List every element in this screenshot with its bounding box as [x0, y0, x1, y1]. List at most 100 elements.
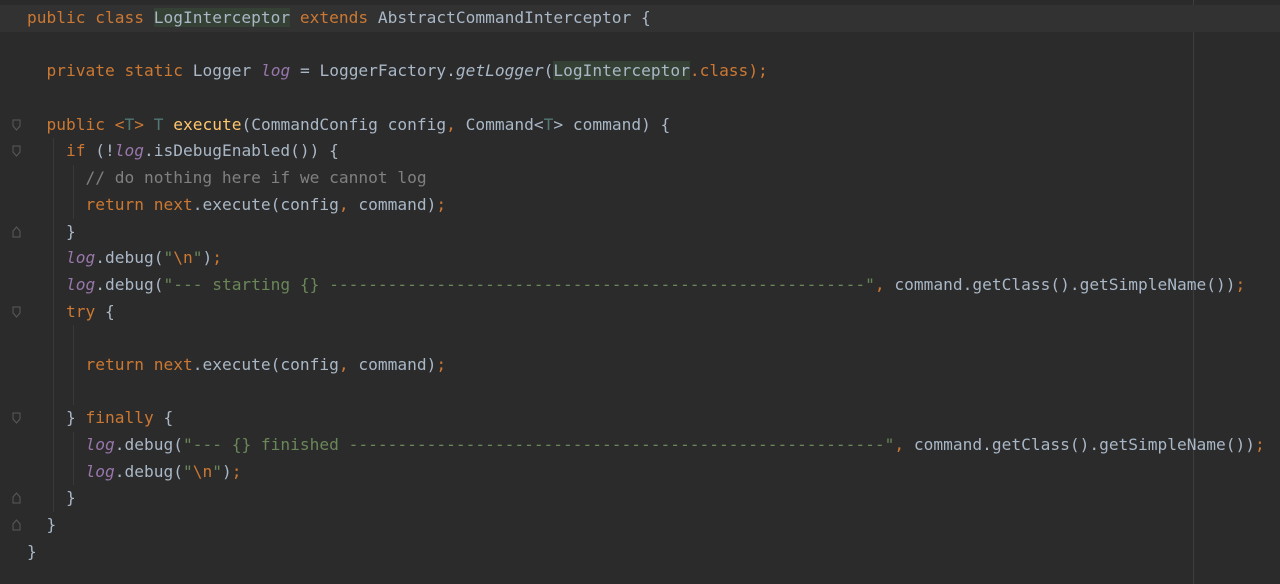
call-end: ): [202, 248, 213, 268]
code-editor[interactable]: public class LogInterceptor extends Abst…: [0, 0, 1280, 584]
field-ref-log[interactable]: log: [66, 248, 95, 267]
code-line-21[interactable]: }: [27, 539, 1280, 566]
static-method-call[interactable]: getLogger: [456, 61, 544, 80]
code-line-17[interactable]: log.debug("--- {} finished -------------…: [27, 432, 1280, 459]
string-quote: ": [192, 248, 203, 268]
keyword-try: try: [65, 301, 96, 321]
fold-marker-icon[interactable]: [12, 119, 21, 131]
call-start: .debug(: [114, 435, 183, 454]
field-ref-next[interactable]: next: [154, 195, 193, 214]
code-line-2[interactable]: [27, 32, 1280, 59]
field-type[interactable]: Logger: [193, 61, 251, 80]
code-line-12[interactable]: try {: [12, 298, 1280, 326]
close-brace: }: [65, 221, 76, 241]
field-ref-log[interactable]: log: [85, 462, 114, 481]
code-line-9[interactable]: }: [12, 218, 1280, 246]
call-start: .debug(: [114, 461, 183, 481]
assign-op: =: [299, 61, 310, 81]
keyword-public: public: [46, 114, 105, 134]
fold-marker-icon[interactable]: [12, 306, 21, 318]
indent-guide: [73, 432, 74, 459]
call-end: ): [221, 461, 232, 481]
keyword-finally: finally: [85, 408, 154, 428]
code-line-15[interactable]: [27, 378, 1280, 406]
code-line-8[interactable]: return next.execute(config, command);: [27, 191, 1280, 219]
class-name[interactable]: LogInterceptor: [153, 8, 291, 27]
call-start: .execute(config: [192, 194, 339, 214]
string-quote: ": [163, 248, 174, 268]
open-brace: {: [641, 8, 651, 27]
field-ref-log[interactable]: log: [66, 275, 95, 294]
class-reference[interactable]: LogInterceptor: [553, 61, 690, 81]
code-area[interactable]: public class LogInterceptor extends Abst…: [0, 5, 1280, 566]
open-paren: (: [543, 61, 554, 81]
indent-guide: [53, 245, 54, 272]
close-brace: }: [65, 488, 76, 508]
field-ref-log[interactable]: log: [85, 435, 114, 454]
code-line-7[interactable]: // do nothing here if we cannot log: [27, 165, 1280, 192]
comma: ,: [894, 435, 905, 454]
comma: ,: [338, 354, 349, 374]
code-line-18[interactable]: log.debug("\n");: [27, 458, 1280, 486]
keyword-public: public: [27, 8, 86, 27]
indent-guide: [53, 485, 54, 513]
call-end: command.getClass().getSimpleName()): [904, 435, 1256, 454]
indent-guide: [53, 405, 54, 432]
indent-guide: [53, 298, 54, 326]
factory-class[interactable]: LoggerFactory.: [319, 61, 455, 80]
call-end: command): [348, 194, 437, 214]
code-line-16[interactable]: } finally {: [12, 405, 1280, 432]
code-line-3[interactable]: private static Logger log = LoggerFactor…: [27, 58, 1280, 85]
semicolon: ;: [1255, 435, 1265, 454]
type-param-close: >: [134, 114, 144, 134]
indent-guide: [53, 165, 54, 192]
keyword-if: if: [65, 141, 86, 161]
code-line-20[interactable]: }: [12, 512, 1280, 539]
open-brace: {: [95, 301, 115, 321]
fold-end-marker-icon[interactable]: [12, 519, 21, 531]
code-line-1[interactable]: public class LogInterceptor extends Abst…: [0, 5, 1280, 32]
code-line-10[interactable]: log.debug("\n");: [27, 245, 1280, 272]
field-ref-log[interactable]: log: [115, 141, 144, 160]
close-paren-semicolon: );: [748, 61, 768, 81]
fold-end-marker-icon[interactable]: [12, 225, 21, 238]
semicolon: ;: [212, 248, 222, 268]
close-brace: }: [27, 541, 37, 561]
indent-guide: [73, 458, 74, 486]
code-line-5[interactable]: public <T> T execute(CommandConfig confi…: [12, 112, 1280, 139]
call-start: .debug(: [95, 274, 164, 294]
field-name[interactable]: log: [261, 61, 290, 80]
indent-guide: [53, 191, 54, 219]
call-end: command): [348, 354, 437, 374]
code-line-4[interactable]: [27, 85, 1280, 112]
fold-marker-icon[interactable]: [12, 145, 21, 158]
if-cond-end: .isDebugEnabled()) {: [143, 141, 339, 161]
indent-guide: [73, 165, 74, 192]
superclass-name[interactable]: AbstractCommandInterceptor: [378, 8, 631, 27]
indent-guide: [53, 218, 54, 246]
type-param-ref: T: [543, 114, 554, 134]
indent-guide: [53, 378, 54, 406]
params-start: (CommandConfig config: [241, 114, 447, 134]
indent-guide: [73, 351, 74, 379]
code-line-11[interactable]: log.debug("--- starting {} -------------…: [27, 271, 1280, 299]
field-ref-next[interactable]: next: [154, 355, 193, 374]
fold-end-marker-icon[interactable]: [12, 492, 21, 504]
if-cond-start: (!: [85, 141, 115, 161]
code-line-19[interactable]: }: [12, 485, 1280, 513]
code-line-6[interactable]: if (!log.isDebugEnabled()) {: [12, 138, 1280, 166]
comma: ,: [338, 194, 349, 214]
keyword-static: static: [124, 61, 183, 81]
semicolon: ;: [436, 354, 447, 374]
semicolon: ;: [436, 194, 447, 214]
indent-guide: [53, 271, 54, 299]
code-line-13[interactable]: [27, 325, 1280, 352]
return-type: T: [153, 114, 164, 134]
params-end: > command) {: [553, 114, 671, 134]
code-line-14[interactable]: return next.execute(config, command);: [27, 351, 1280, 379]
fold-marker-icon[interactable]: [12, 412, 21, 425]
keyword-extends: extends: [299, 8, 369, 27]
string-literal: "--- {} finished -----------------------…: [182, 435, 895, 454]
method-name[interactable]: execute: [173, 115, 241, 134]
indent-guide: [53, 458, 54, 486]
